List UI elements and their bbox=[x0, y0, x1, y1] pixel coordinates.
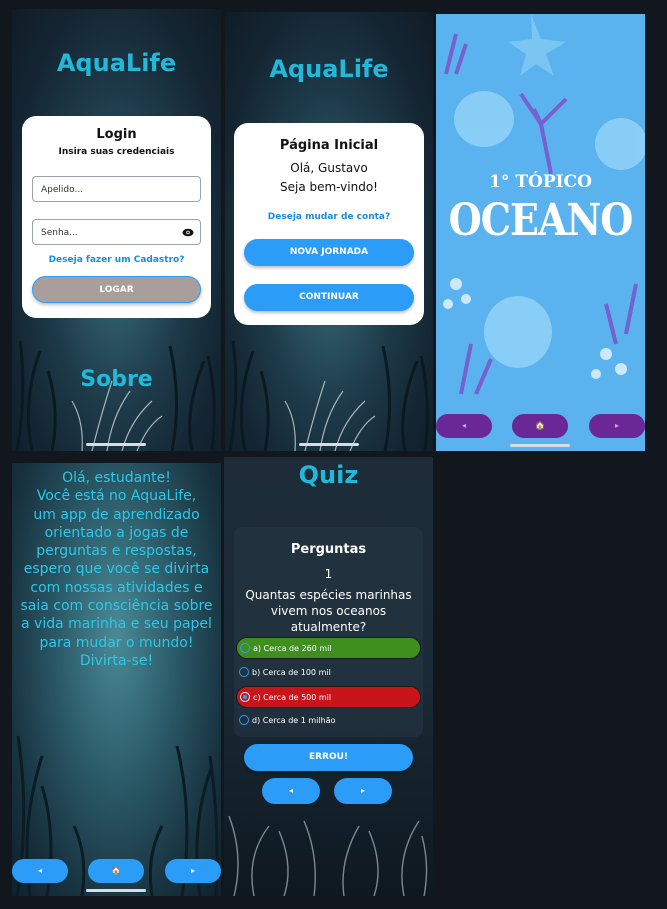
radio-icon-selected bbox=[240, 692, 250, 702]
greeting-text: Olá, Gustavo bbox=[290, 161, 368, 175]
result-button[interactable]: ERROU! bbox=[244, 744, 413, 771]
next-button[interactable]: ▸ bbox=[165, 859, 221, 883]
home-card: Página Inicial Olá, Gustavo Seja bem-vin… bbox=[234, 123, 424, 325]
option-label: d) Cerca de 1 milhão bbox=[252, 716, 336, 725]
question-number: 1 bbox=[324, 567, 333, 581]
radio-icon bbox=[239, 667, 249, 677]
new-journey-button[interactable]: NOVA JORNADA bbox=[244, 239, 414, 266]
prev-button[interactable]: ◂ bbox=[436, 414, 492, 438]
option-b[interactable]: b) Cerca de 100 mil bbox=[236, 662, 421, 684]
about-line: perguntas e respostas, bbox=[36, 543, 197, 560]
home-button[interactable]: 🏠 bbox=[88, 859, 144, 883]
home-indicator bbox=[86, 443, 146, 446]
topic-screen: 1° TÓPICO OCEANO ◂ 🏠 ▸ bbox=[436, 14, 645, 451]
quiz-title: Quiz bbox=[298, 461, 359, 489]
about-screen: Olá, estudante! Você está no AquaLife, u… bbox=[12, 463, 221, 896]
continue-button[interactable]: CONTINUAR bbox=[244, 284, 414, 311]
switch-account-link[interactable]: Deseja mudar de conta? bbox=[234, 212, 424, 222]
password-field[interactable]: Senha... bbox=[32, 219, 201, 245]
home-indicator bbox=[299, 443, 359, 446]
home-screen: AquaLife Página Inicial Olá, Gustavo Sej… bbox=[225, 12, 433, 451]
username-field[interactable]: Apelido... bbox=[32, 176, 201, 202]
home-indicator bbox=[510, 444, 570, 447]
login-card: Login Insira suas credenciais Apelido...… bbox=[22, 116, 211, 318]
username-placeholder: Apelido... bbox=[41, 185, 84, 195]
about-line: Olá, estudante! bbox=[62, 470, 171, 486]
app-title: AquaLife bbox=[269, 55, 389, 83]
about-line: a vida marinha e seu papel bbox=[21, 616, 212, 633]
password-placeholder: Senha... bbox=[41, 228, 78, 238]
question-text: Quantas espécies marinhas vivem nos ocea… bbox=[245, 588, 412, 634]
option-c[interactable]: c) Cerca de 500 mil bbox=[236, 686, 421, 708]
option-label: b) Cerca de 100 mil bbox=[252, 668, 331, 677]
topic-number: 1° TÓPICO bbox=[489, 172, 592, 192]
prev-button[interactable]: ◂ bbox=[262, 778, 320, 804]
about-line: espero que você se divirta bbox=[23, 561, 210, 578]
card-title: Página Inicial bbox=[279, 138, 379, 153]
radio-icon bbox=[239, 715, 249, 725]
about-line: com nossas atividades e bbox=[30, 579, 203, 596]
about-line: para mudar o mundo! bbox=[39, 634, 194, 651]
prev-button[interactable]: ◂ bbox=[12, 859, 68, 883]
about-line: saia com consciência sobre bbox=[20, 598, 213, 615]
radio-icon bbox=[240, 643, 250, 653]
home-icon: 🏠 bbox=[111, 866, 121, 875]
login-button[interactable]: LOGAR bbox=[32, 276, 201, 303]
about-line: Você está no AquaLife, bbox=[36, 488, 197, 505]
card-title: Login bbox=[96, 127, 137, 142]
about-line: um app de aprendizado bbox=[33, 506, 200, 523]
about-line: orientado a jogas de bbox=[44, 524, 189, 541]
about-link[interactable]: Sobre bbox=[12, 367, 221, 392]
login-screen: AquaLife Login Insira suas credenciais A… bbox=[12, 9, 221, 451]
about-text: Olá, estudante! Você está no AquaLife, u… bbox=[12, 469, 221, 670]
home-indicator bbox=[86, 889, 146, 892]
signup-link[interactable]: Deseja fazer um Cadastro? bbox=[22, 255, 211, 265]
seaweed-decoration bbox=[228, 815, 428, 896]
option-label: c) Cerca de 500 mil bbox=[253, 693, 332, 702]
welcome-text: Seja bem-vindo! bbox=[279, 180, 378, 194]
option-a[interactable]: a) Cerca de 260 mil bbox=[236, 637, 421, 659]
home-button[interactable]: 🏠 bbox=[512, 414, 568, 438]
topic-name: OCEANO bbox=[448, 193, 634, 246]
next-button[interactable]: ▸ bbox=[589, 414, 645, 438]
card-subtitle: Insira suas credenciais bbox=[58, 147, 175, 157]
app-title: AquaLife bbox=[56, 49, 177, 77]
option-d[interactable]: d) Cerca de 1 milhão bbox=[236, 710, 421, 732]
about-line: Divirta-se! bbox=[79, 652, 154, 669]
option-label: a) Cerca de 260 mil bbox=[253, 644, 332, 653]
home-icon: 🏠 bbox=[535, 421, 545, 430]
quiz-screen: Quiz Perguntas 1 Quantas espécies marinh… bbox=[224, 457, 433, 896]
next-button[interactable]: ▸ bbox=[334, 778, 392, 804]
panel-title: Perguntas bbox=[290, 542, 367, 557]
eye-icon[interactable] bbox=[182, 228, 194, 237]
